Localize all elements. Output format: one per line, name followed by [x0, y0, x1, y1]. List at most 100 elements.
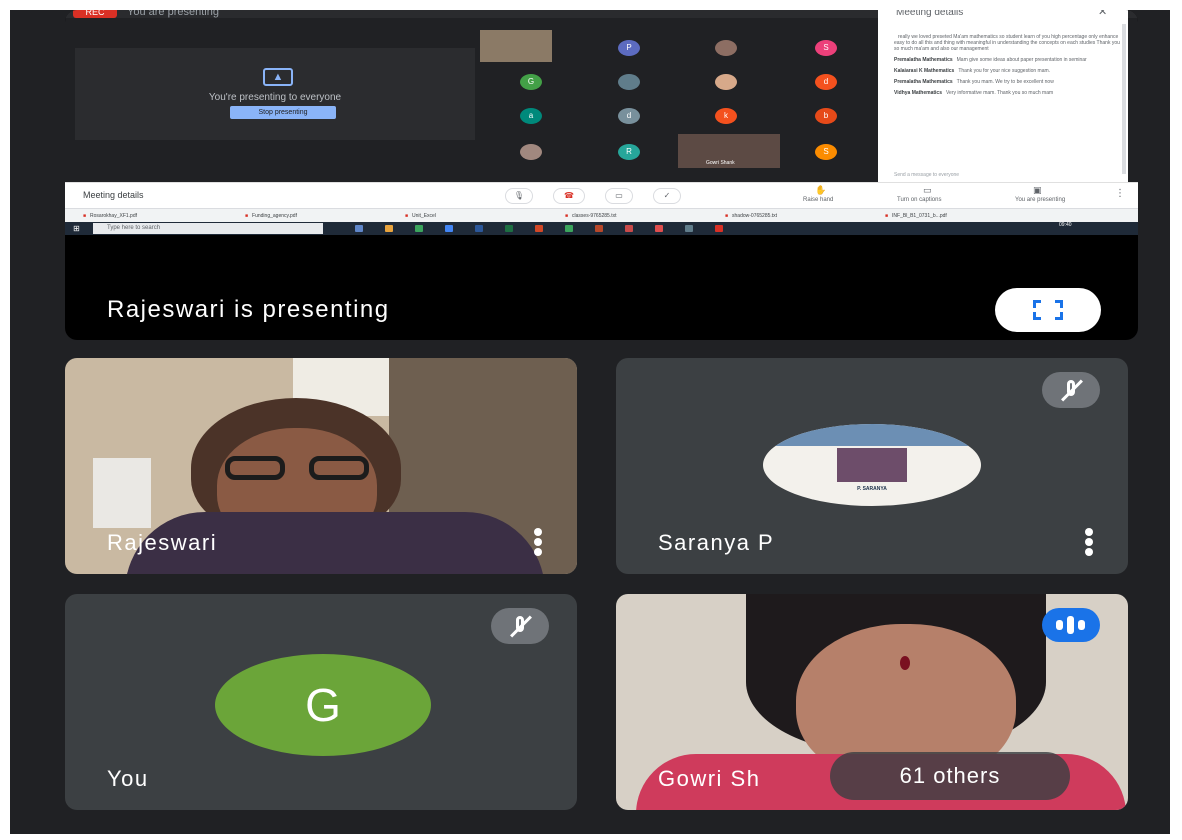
- presenting-status: You are presenting: [127, 10, 219, 18]
- chat-panel-title: Meeting details: [896, 10, 964, 18]
- close-icon[interactable]: ✕: [1098, 10, 1107, 18]
- taskbar-app-icon[interactable]: [685, 225, 693, 232]
- mic-off-icon: [491, 608, 549, 644]
- avatar-portrait-image: [837, 448, 907, 482]
- thumbnail-avatar: [618, 74, 640, 90]
- participant-name: You: [107, 766, 149, 791]
- download-item[interactable]: ■ classes-9765285.txt: [565, 211, 617, 221]
- thumbnail-avatar: [715, 40, 737, 56]
- taskbar-app-icon[interactable]: [565, 225, 573, 232]
- captions-icon[interactable]: ▭: [923, 185, 932, 196]
- present-now-icon[interactable]: ▣: [1033, 185, 1042, 196]
- chat-message: Premalatha Mathematics Thank you mam. We …: [894, 79, 1054, 85]
- chat-input[interactable]: Send a message to everyone: [894, 172, 959, 178]
- chat-message: Kalaiarasi K Mathematics Thank you for yo…: [894, 68, 1051, 74]
- taskbar-app-icon[interactable]: [535, 225, 543, 232]
- raise-hand-label: Raise hand: [803, 197, 834, 203]
- thumbnail-video: [480, 30, 552, 62]
- shared-screen: REC You are presenting ▲ You're presenti…: [65, 10, 1138, 235]
- download-item[interactable]: ■ INF_Bl_B1_0731_b...pdf: [885, 211, 947, 221]
- thumbnail-video-gowri: Gowri Shank: [678, 134, 780, 168]
- taskbar-clock: 09:40: [1059, 222, 1072, 228]
- download-item[interactable]: ■ Rosarokhay_XF1.pdf: [83, 211, 137, 221]
- thumbnail-avatar: d: [815, 74, 837, 90]
- meeting-details-toggle[interactable]: Meeting details: [83, 190, 144, 200]
- taskbar-app-icon[interactable]: [655, 225, 663, 232]
- chat-panel: Meeting details ✕ really we loved preset…: [878, 10, 1128, 182]
- more-vert-icon[interactable]: [533, 528, 543, 556]
- taskbar-app-icon[interactable]: [595, 225, 603, 232]
- thumbnail-avatar: S: [815, 144, 837, 160]
- windows-taskbar: ⊞ Type here to search 09:40: [65, 222, 1138, 235]
- taskbar-app-icon[interactable]: [625, 225, 633, 232]
- thumbnail-avatar: b: [815, 108, 837, 124]
- hand-icon[interactable]: ✋: [815, 185, 826, 196]
- more-vert-icon[interactable]: [1084, 528, 1094, 556]
- fullscreen-button[interactable]: [995, 288, 1101, 332]
- thumbnail-avatar: G: [520, 74, 542, 90]
- participant-avatar: P. SARANYA: [763, 424, 981, 506]
- video-background: [93, 458, 151, 528]
- download-item[interactable]: ■ Unit_Excel: [405, 211, 436, 221]
- avatar-building-image: [763, 424, 981, 446]
- windows-icon[interactable]: ⊞: [73, 224, 83, 233]
- more-vert-icon[interactable]: ⋮: [1115, 188, 1125, 199]
- recording-badge: REC: [73, 10, 117, 18]
- taskbar-search[interactable]: Type here to search: [93, 223, 323, 234]
- speaking-icon: [1042, 608, 1100, 642]
- chat-message: Premalatha Mathematics Mam give some idea…: [894, 57, 1087, 63]
- download-item[interactable]: ■ Funding_agency.pdf: [245, 211, 297, 221]
- chat-message: Vidhya Mathematics Very informative mam. …: [894, 90, 1054, 96]
- thumbnail-avatar: a: [520, 108, 542, 124]
- camera-button[interactable]: ▭: [605, 188, 633, 204]
- participant-avatar: G: [215, 654, 431, 756]
- meet-mobile-view: REC You are presenting ▲ You're presenti…: [10, 10, 1170, 834]
- participant-video: [225, 456, 285, 480]
- presenting-message: You're presenting to everyone: [208, 92, 342, 103]
- others-count: 61 others: [899, 763, 1001, 788]
- captions-label: Turn on captions: [897, 197, 942, 203]
- presentation-tile[interactable]: REC You are presenting ▲ You're presenti…: [65, 10, 1138, 340]
- participant-name: Saranya P: [658, 530, 775, 555]
- taskbar-app-icon[interactable]: [505, 225, 513, 232]
- participant-name: Rajeswari: [107, 530, 218, 555]
- participant-video: [900, 656, 910, 670]
- chat-scrollbar[interactable]: [1122, 24, 1126, 174]
- hang-up-button[interactable]: ☎: [553, 188, 585, 204]
- avatar-caption: P. SARANYA: [857, 486, 887, 492]
- participant-tile-gowri[interactable]: Gowri Sh 61 others: [616, 594, 1128, 810]
- taskbar-app-icon[interactable]: [415, 225, 423, 232]
- participant-name: Gowri Sh: [658, 766, 761, 791]
- taskbar-app-icon[interactable]: [445, 225, 453, 232]
- download-item[interactable]: ■ shadow-0765285.txt: [725, 211, 777, 221]
- thumbnail-avatar: P: [618, 40, 640, 56]
- presenter-banner: Rajeswari is presenting: [107, 296, 390, 323]
- thumbnail-avatar: S: [815, 40, 837, 56]
- thumbnail-name: Gowri Shank: [706, 160, 735, 166]
- participant-tile-saranya[interactable]: P. SARANYA Saranya P: [616, 358, 1128, 574]
- participant-tile-rajeswari[interactable]: Rajeswari: [65, 358, 577, 574]
- chat-message: really we loved preseted Ma'am mathemati…: [894, 34, 1120, 52]
- mic-off-icon: [1042, 372, 1100, 408]
- taskbar-app-icon[interactable]: [385, 225, 393, 232]
- presenting-label-small: You are presenting: [1015, 197, 1066, 203]
- taskbar-app-icon[interactable]: [355, 225, 363, 232]
- thumbnail-avatar: [520, 144, 542, 160]
- present-screen-icon: ▲: [263, 68, 293, 86]
- meet-control-bar: Meeting details 🎙 ☎ ▭ ✓ ✋ Raise hand ▭ T…: [65, 182, 1138, 208]
- chat-messages: really we loved preseted Ma'am mathemati…: [894, 34, 1120, 101]
- present-button[interactable]: ✓: [653, 188, 681, 204]
- thumbnail-avatar: R: [618, 144, 640, 160]
- stop-presenting-button[interactable]: Stop presenting: [230, 106, 336, 119]
- thumbnail-avatar: d: [618, 108, 640, 124]
- self-presentation-preview: ▲ You're presenting to everyone Stop pre…: [75, 48, 475, 140]
- mic-button[interactable]: 🎙: [505, 188, 533, 204]
- thumbnail-avatar: [715, 74, 737, 90]
- others-count-pill[interactable]: 61 others: [830, 752, 1070, 800]
- participant-tile-you[interactable]: G You: [65, 594, 577, 810]
- downloads-bar: ■ Rosarokhay_XF1.pdf ■ Funding_agency.pdf …: [65, 208, 1138, 222]
- taskbar-app-icon[interactable]: [715, 225, 723, 232]
- participant-video: [309, 456, 369, 480]
- taskbar-app-icon[interactable]: [475, 225, 483, 232]
- thumbnail-avatar: k: [715, 108, 737, 124]
